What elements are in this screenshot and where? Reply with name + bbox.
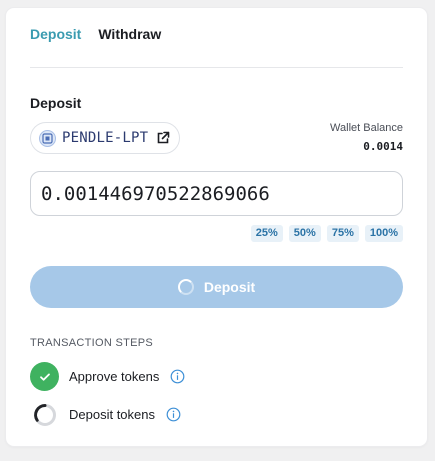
deposit-button[interactable]: Deposit xyxy=(30,266,403,308)
wallet-balance-label: Wallet Balance xyxy=(330,122,403,134)
tab-withdraw[interactable]: Withdraw xyxy=(98,26,161,42)
deposit-button-label: Deposit xyxy=(203,279,256,295)
percent-buttons: 25% 50% 75% 100% xyxy=(250,225,403,242)
percent-100-button[interactable]: 100% xyxy=(364,225,403,242)
tab-deposit[interactable]: Deposit xyxy=(30,26,81,42)
check-icon xyxy=(30,362,59,391)
info-icon[interactable] xyxy=(166,407,181,422)
step-approve: Approve tokens xyxy=(30,362,185,391)
loading-spinner-icon xyxy=(177,279,194,295)
step-deposit: Deposit tokens xyxy=(30,400,181,429)
tab-divider xyxy=(30,67,403,68)
amount-input[interactable] xyxy=(30,171,403,216)
info-icon[interactable] xyxy=(170,369,185,384)
external-link-icon[interactable] xyxy=(156,131,170,145)
percent-25-button[interactable]: 25% xyxy=(250,225,283,242)
deposit-card: Deposit Withdraw Deposit PENDLE-LPT Wall… xyxy=(6,8,427,446)
step-label: Approve tokens xyxy=(69,369,160,384)
pendle-token-icon xyxy=(39,129,56,147)
percent-75-button[interactable]: 75% xyxy=(326,225,359,242)
steps-title: TRANSACTION STEPS xyxy=(30,337,154,349)
section-label: Deposit xyxy=(30,95,82,111)
step-label: Deposit tokens xyxy=(69,407,155,422)
wallet-balance-value: 0.0014 xyxy=(363,140,403,153)
token-selector[interactable]: PENDLE-LPT xyxy=(30,122,180,154)
token-name: PENDLE-LPT xyxy=(62,130,149,146)
pending-spinner-icon xyxy=(30,400,59,429)
percent-50-button[interactable]: 50% xyxy=(288,225,321,242)
tab-bar: Deposit Withdraw xyxy=(30,26,161,42)
